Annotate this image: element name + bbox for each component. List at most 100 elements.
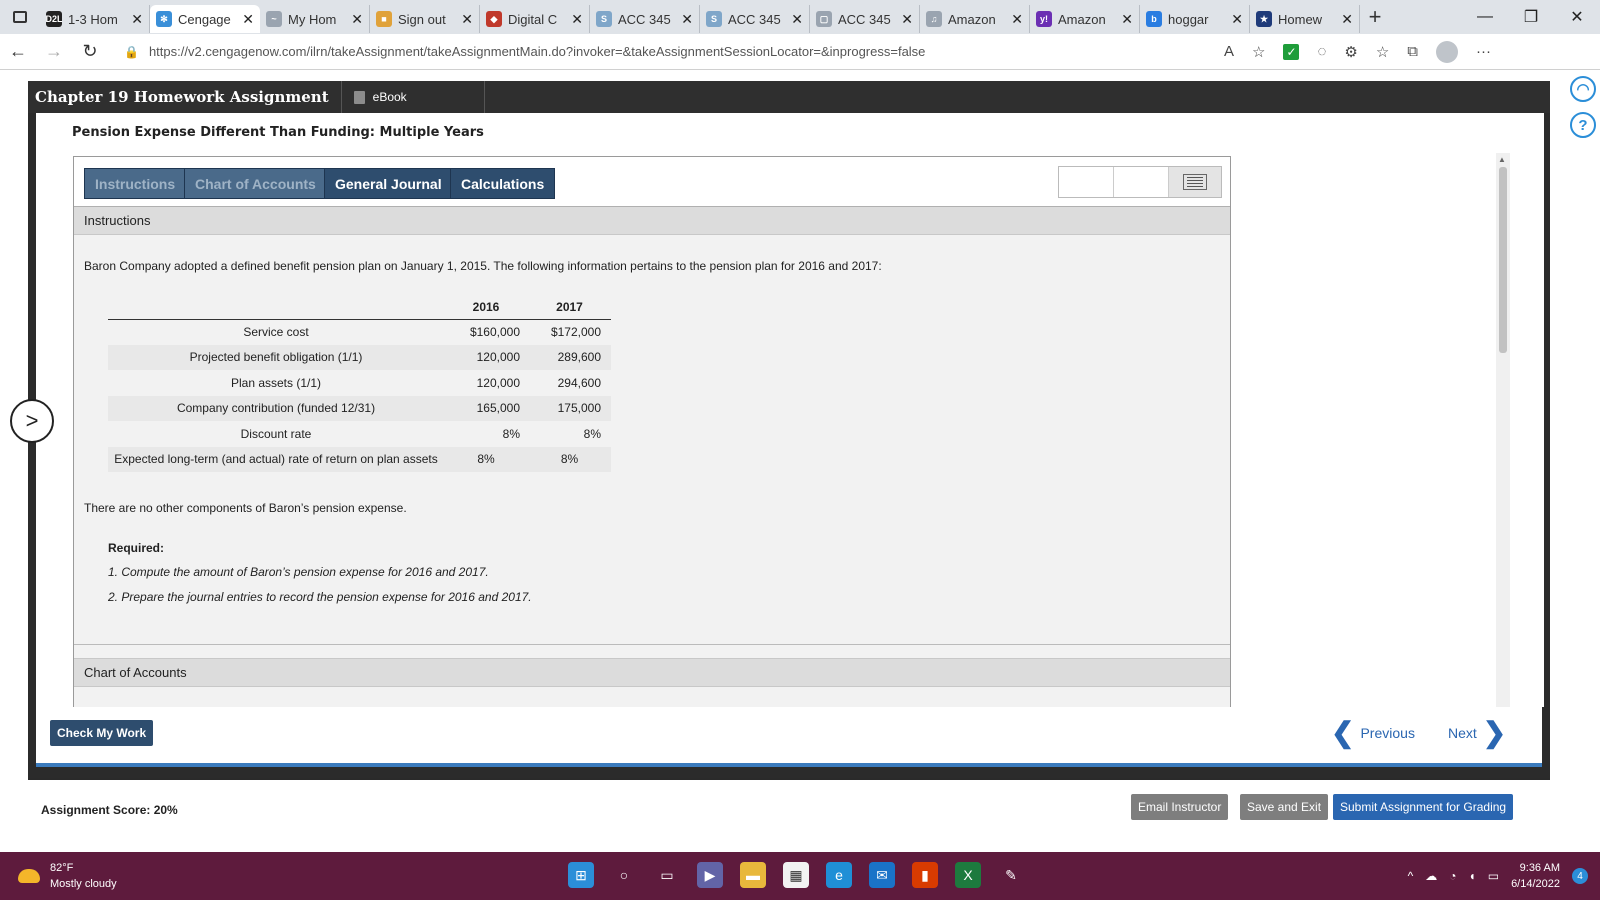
tab-general-journal[interactable]: General Journal [324, 168, 453, 199]
office-icon[interactable]: ▮ [912, 862, 938, 888]
tab-close-icon[interactable]: ✕ [131, 11, 143, 28]
save-and-exit-button[interactable]: Save and Exit [1240, 794, 1329, 820]
tab-calculations[interactable]: Calculations [450, 168, 556, 199]
table-cell-label: Plan assets (1/1) [230, 375, 322, 390]
read-aloud-icon[interactable]: A [1224, 43, 1234, 60]
weather-widget[interactable]: 82°F Mostly cloudy [18, 860, 117, 892]
browser-tab[interactable]: D2L 1-3 Hom ✕ [40, 5, 150, 33]
task-view-icon[interactable]: ▭ [654, 862, 680, 888]
table-header [108, 295, 444, 320]
more-icon[interactable]: ··· [1476, 43, 1491, 60]
browser-tab[interactable]: S ACC 345 ✕ [700, 5, 810, 33]
refresh-icon[interactable]: ↻ [72, 41, 108, 62]
tab-label: ACC 345 [838, 11, 891, 27]
tab-chart-of-accounts[interactable]: Chart of Accounts [184, 168, 327, 199]
tab-actions-icon[interactable] [0, 0, 40, 34]
extensions-puzzle-icon[interactable]: ⚙ [1344, 43, 1357, 61]
browser-tab[interactable]: ■ Sign out ✕ [370, 5, 480, 33]
search-icon[interactable]: ○ [611, 862, 637, 888]
help-icon[interactable]: ? [1570, 112, 1596, 138]
email-instructor-button[interactable]: Email Instructor [1131, 794, 1229, 820]
tab-close-icon[interactable]: ✕ [461, 11, 473, 28]
tab-label: Sign out [398, 11, 446, 27]
table-cell-2016: 120,000 [476, 375, 520, 390]
browser-tab[interactable]: ♫ Amazon ✕ [920, 5, 1030, 33]
toolbox-slot[interactable] [1114, 167, 1169, 197]
tab-close-icon[interactable]: ✕ [242, 11, 254, 28]
system-tray: ^ ☁ ◔ ◖ ▭ 9:36 AM 6/14/2022 4 [1408, 860, 1588, 892]
extension-icon[interactable]: ◌ [1317, 43, 1326, 60]
browser-tab-bar: D2L 1-3 Hom ✕ ✻ Cengage ✕ ~ My Hom ✕ ■ Sign out ✕ ◆ D… [0, 0, 1600, 34]
browser-tab[interactable]: ◆ Digital C ✕ [480, 5, 590, 33]
notification-badge[interactable]: 4 [1572, 868, 1588, 884]
tab-close-icon[interactable]: ✕ [1231, 11, 1243, 28]
restore-icon[interactable]: ❐ [1508, 0, 1554, 34]
favorite-add-icon[interactable]: ☆ [1252, 43, 1265, 61]
list-menu-icon [1183, 174, 1207, 190]
required-item: 1. Compute the amount of Baron’s pension… [108, 565, 489, 579]
cloud-icon[interactable]: ☁ [1425, 869, 1437, 883]
windows-start-icon[interactable]: ⊞ [568, 862, 594, 888]
battery-icon[interactable]: ▭ [1488, 869, 1499, 883]
browser-tab[interactable]: ~ My Hom ✕ [260, 5, 370, 33]
minimize-icon[interactable]: — [1462, 0, 1508, 34]
tab-close-icon[interactable]: ✕ [351, 11, 363, 28]
table-header: 2016 [444, 295, 528, 320]
scroll-up-icon[interactable]: ▲ [1498, 155, 1506, 164]
clock[interactable]: 9:36 AM 6/14/2022 [1511, 860, 1560, 892]
browser-tab[interactable]: ★ Homew ✕ [1250, 5, 1360, 33]
browser-tab[interactable]: S ACC 345 ✕ [590, 5, 700, 33]
collections-icon[interactable]: ⧉ [1407, 43, 1418, 60]
chevron-up-icon[interactable]: ^ [1408, 869, 1414, 883]
browser-tab[interactable]: ▢ ACC 345 ✕ [810, 5, 920, 33]
headset-icon[interactable]: ◠ [1570, 76, 1596, 102]
note-text: There are no other components of Baron’s… [84, 501, 407, 515]
excel-icon[interactable]: X [955, 862, 981, 888]
table-cell-label: Company contribution (funded 12/31) [108, 395, 444, 421]
edge-icon[interactable]: e [826, 862, 852, 888]
content-scrollbar[interactable]: ▲ ▼ [1496, 153, 1510, 707]
tab-instructions[interactable]: Instructions [84, 168, 187, 199]
ebook-button[interactable]: eBook [342, 81, 485, 113]
new-tab-button[interactable]: + [1360, 4, 1390, 30]
chevron-left-icon: ❮ [1331, 717, 1355, 748]
mail-icon[interactable]: ✉ [869, 862, 895, 888]
page: Chapter 19 Homework Assignment eBook Pen… [0, 70, 1600, 852]
assignment-header: Chapter 19 Homework Assignment eBook [28, 81, 1550, 113]
file-explorer-icon[interactable]: ▬ [740, 862, 766, 888]
tab-close-icon[interactable]: ✕ [901, 11, 913, 28]
tab-close-icon[interactable]: ✕ [1341, 11, 1353, 28]
forward-icon[interactable]: → [36, 41, 72, 62]
volume-icon[interactable]: ◖ [1468, 869, 1475, 883]
scroll-thumb[interactable] [1499, 167, 1507, 353]
table-row: Discount rate 8% 8% [108, 421, 611, 447]
profile-avatar[interactable] [1436, 40, 1459, 63]
table-cell-2016: 120,000 [444, 344, 528, 370]
side-expand-arrow-icon[interactable]: > [10, 399, 54, 443]
toolbox-slot[interactable] [1059, 167, 1114, 197]
panel-toolbox [1058, 166, 1222, 198]
browser-tab[interactable]: ✻ Cengage ✕ [150, 5, 260, 33]
back-icon[interactable]: ← [0, 41, 36, 62]
favorites-icon[interactable]: ☆ [1376, 43, 1389, 61]
tab-close-icon[interactable]: ✕ [791, 11, 803, 28]
app-icon[interactable]: ✎ [998, 862, 1024, 888]
next-button[interactable]: Next ❯ [1448, 719, 1506, 747]
problem-panel: Instructions Chart of Accounts General Jou… [73, 156, 1231, 707]
tab-close-icon[interactable]: ✕ [1121, 11, 1133, 28]
close-window-icon[interactable]: ✕ [1554, 0, 1600, 34]
menu-button[interactable] [1169, 167, 1221, 197]
tab-close-icon[interactable]: ✕ [1011, 11, 1023, 28]
tab-close-icon[interactable]: ✕ [571, 11, 583, 28]
extension-check-icon[interactable]: ✓ [1283, 43, 1300, 60]
teams-icon[interactable]: ▶ [697, 862, 723, 888]
browser-tab[interactable]: y! Amazon ✕ [1030, 5, 1140, 33]
submit-assignment-button[interactable]: Submit Assignment for Grading [1333, 794, 1514, 820]
tab-close-icon[interactable]: ✕ [681, 11, 693, 28]
store-icon[interactable]: ▦ [783, 862, 809, 888]
browser-tab[interactable]: b hoggar ✕ [1140, 5, 1250, 33]
previous-button[interactable]: ❮ Previous [1331, 717, 1415, 748]
check-my-work-button[interactable]: Check My Work [50, 720, 154, 746]
url-field[interactable]: 🔒 https://v2.cengagenow.com/ilrn/takeAss… [124, 38, 1214, 66]
wifi-icon[interactable]: ◔ [1449, 869, 1456, 883]
